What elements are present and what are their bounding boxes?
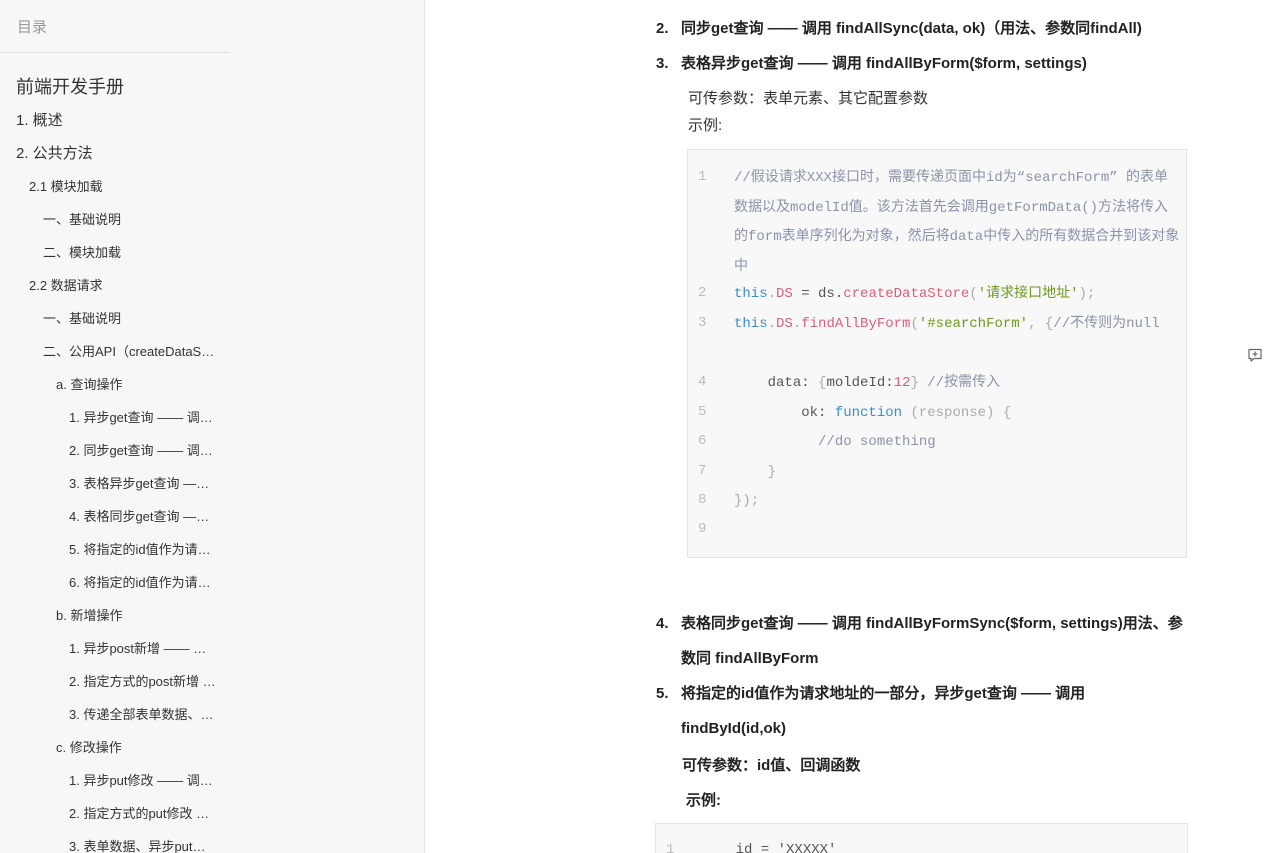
- toc-item[interactable]: 3. 表格异步get查询 —…: [0, 467, 230, 500]
- toc-item[interactable]: 一、基础说明: [0, 302, 230, 335]
- item3-params: 可传参数：表单元素、其它配置参数: [688, 90, 929, 107]
- toc-sidebar: 目录 前端开发手册 1. 概述 2. 公共方法 2.1 模块加载 一、基础说明 二、模块加…: [0, 0, 425, 853]
- toc-item[interactable]: 3. 传递全部表单数据、…: [0, 698, 230, 731]
- toc-item[interactable]: c. 修改操作: [0, 731, 230, 764]
- code-block-1: 1 //假设请求XXX接口时，需要传递页面中id为“searchForm” 的表…: [687, 149, 1187, 558]
- toc-item[interactable]: a. 查询操作: [0, 368, 230, 401]
- list-item-5-text: 将指定的id值作为请求地址的一部分，异步get查询 —— 调用 findById…: [681, 685, 1086, 737]
- list-item-4-text: 表格同步get查询 —— 调用 findAllByFormSync($form,…: [681, 615, 1183, 667]
- code-block-2: 1 id = 'XXXXX': [655, 823, 1188, 853]
- toc-item[interactable]: b. 新增操作: [0, 599, 230, 632]
- toc-item[interactable]: 6. 将指定的id值作为请…: [0, 566, 230, 599]
- toc-list: 前端开发手册 1. 概述 2. 公共方法 2.1 模块加载 一、基础说明 二、模块加载 2.…: [0, 70, 230, 853]
- toc-item[interactable]: 1. 异步get查询 —— 调…: [0, 401, 230, 434]
- toc-item[interactable]: 1. 异步post新增 —— …: [0, 632, 230, 665]
- toc-item[interactable]: 二、公用API（createDataS…: [0, 335, 230, 368]
- toc-item[interactable]: 2. 指定方式的post新增 …: [0, 665, 230, 698]
- document-content: 2. 同步get查询 —— 调用 findAllSync(data, ok)（用…: [425, 0, 1269, 853]
- item3-example-label: 示例:: [688, 117, 723, 134]
- comment-add-icon[interactable]: [1247, 347, 1263, 363]
- toc-title: 目录: [17, 19, 48, 36]
- toc-item[interactable]: 2.1 模块加载: [0, 170, 230, 203]
- toc-item[interactable]: 2. 指定方式的put修改 …: [0, 797, 230, 830]
- toc-item[interactable]: 2.2 数据请求: [0, 269, 230, 302]
- item5-params: 可传参数：id值、回调函数: [682, 757, 861, 774]
- list-item-3-text: 表格异步get查询 —— 调用 findAllByForm($form, set…: [681, 55, 1087, 72]
- toc-item[interactable]: 3. 表单数据、异步put…: [0, 830, 230, 853]
- toc-item[interactable]: 1. 异步put修改 —— 调…: [0, 764, 230, 797]
- code2-line-text: id = 'XXXXX': [702, 842, 837, 853]
- item5-example-label: 示例:: [686, 792, 721, 809]
- toc-item[interactable]: 2. 公共方法: [0, 137, 230, 170]
- toc-item[interactable]: 2. 同步get查询 —— 调…: [0, 434, 230, 467]
- toc-item[interactable]: 5. 将指定的id值作为请…: [0, 533, 230, 566]
- toc-divider: [0, 52, 230, 53]
- toc-item[interactable]: 二、模块加载: [0, 236, 230, 269]
- list-item-2-text: 同步get查询 —— 调用 findAllSync(data, ok)（用法、参…: [681, 20, 1142, 37]
- toc-item[interactable]: 一、基础说明: [0, 203, 230, 236]
- toc-item[interactable]: 1. 概述: [0, 104, 230, 137]
- toc-item[interactable]: 4. 表格同步get查询 —…: [0, 500, 230, 533]
- toc-item[interactable]: 前端开发手册: [0, 70, 230, 104]
